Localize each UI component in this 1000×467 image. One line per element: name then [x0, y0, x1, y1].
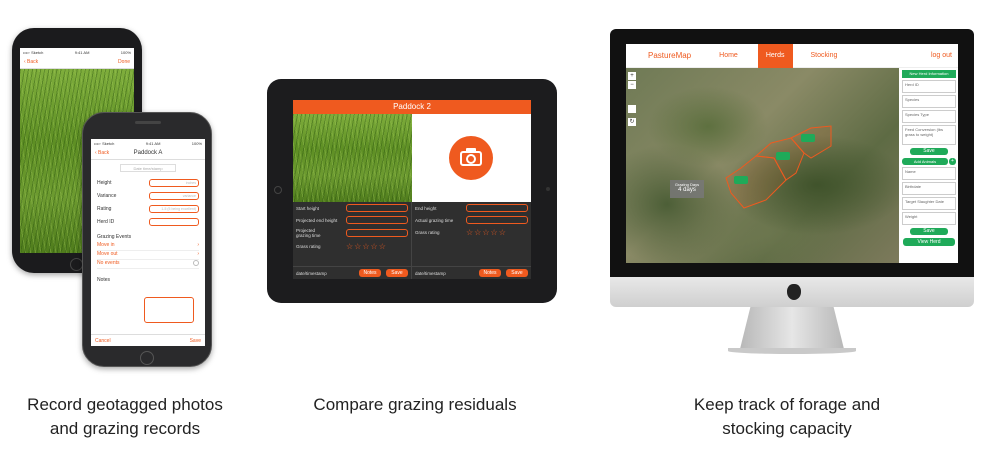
- nav-herds[interactable]: Herds: [757, 44, 793, 68]
- grazing-events-label: Grazing Events: [97, 234, 132, 240]
- save-button[interactable]: Save: [190, 338, 201, 344]
- rating-input[interactable]: 1-5 (5 being excellent): [149, 204, 199, 213]
- timestamp-field[interactable]: Date time/stamp: [120, 164, 176, 172]
- tablet-camera-left: [274, 186, 282, 194]
- phone-front-screen: ••••◦ Sketch 9:41 AM 100% ‹ Back Paddock…: [91, 139, 205, 346]
- height-input[interactable]: inches: [149, 178, 199, 187]
- status-bar: ••••◦ Sketch 9:41 AM 100%: [94, 141, 202, 146]
- species-field[interactable]: Species: [902, 95, 956, 108]
- grazing-days-tooltip: Grazing Days 4 days: [670, 180, 704, 198]
- camera-icon[interactable]: [449, 136, 493, 180]
- event-no-events[interactable]: No events: [97, 260, 199, 269]
- right-footer: date/timestamp Notes Save: [412, 266, 531, 279]
- home-button: [140, 351, 154, 365]
- left-footer: date/timestamp Notes Save: [293, 266, 411, 279]
- weight-field[interactable]: Weight: [902, 212, 956, 225]
- notes-label: Notes: [97, 277, 111, 283]
- herd-id-row: Herd ID: [97, 215, 199, 228]
- height-row: Height inches: [97, 176, 199, 189]
- view-herd-button[interactable]: View Herd: [903, 238, 955, 246]
- event-move-out[interactable]: Move out ›: [97, 251, 199, 260]
- cow-icon[interactable]: [776, 152, 790, 160]
- herd-sidebar: New Herd Information Herd ID Species Spe…: [900, 68, 958, 263]
- herd-id-input[interactable]: [149, 217, 199, 226]
- footer-bar: Cancel Save: [91, 334, 205, 346]
- animal-name-field[interactable]: Name: [902, 167, 956, 180]
- nav-bar: ‹ Back Done: [20, 57, 134, 69]
- slaughter-date-field[interactable]: Target Slaughter Date: [902, 197, 956, 210]
- add-animal-plus-icon[interactable]: +: [949, 158, 956, 165]
- monitor-chin: [610, 277, 974, 307]
- chevron-right-icon: ›: [197, 251, 199, 257]
- save-button[interactable]: Save: [506, 269, 528, 277]
- event-move-in[interactable]: Move in ›: [97, 242, 199, 251]
- notes-button[interactable]: Notes: [479, 269, 501, 277]
- top-nav: PastureMap Home Herds Stocking log out: [626, 44, 958, 68]
- variance-input[interactable]: variance: [149, 191, 199, 200]
- tablet-screen: Paddock 2 Start height Projected end hei…: [293, 100, 531, 279]
- notes-button[interactable]: Notes: [359, 269, 381, 277]
- monitor-screen: PastureMap Home Herds Stocking log out +…: [626, 44, 958, 263]
- projected-grazing-time-input[interactable]: [346, 229, 408, 237]
- logout-link[interactable]: log out: [931, 52, 952, 59]
- start-height-input[interactable]: [346, 204, 408, 212]
- cow-icon[interactable]: [801, 134, 815, 142]
- phone-front: ••••◦ Sketch 9:41 AM 100% ‹ Back Paddock…: [82, 112, 212, 367]
- tablet: Paddock 2 Start height Projected end hei…: [267, 79, 557, 303]
- end-height-input[interactable]: [466, 204, 528, 212]
- feed-conversion-field[interactable]: Feed Conversion (lbs grass to weight): [902, 125, 956, 145]
- caption-right: Keep track of forage and stocking capaci…: [693, 395, 881, 438]
- species-type-field[interactable]: Species Type: [902, 110, 956, 123]
- notes-textarea[interactable]: [144, 297, 194, 323]
- birthdate-field[interactable]: Birthdate: [902, 182, 956, 195]
- nav-bar: ‹ Back Paddock A: [91, 148, 205, 160]
- add-animals-row: Add Animals +: [902, 158, 956, 165]
- cow-icon[interactable]: [734, 176, 748, 184]
- apple-logo-icon: [787, 284, 801, 300]
- star-rating[interactable]: ☆☆☆☆☆: [346, 242, 408, 251]
- actual-grazing-time-input[interactable]: [466, 216, 528, 224]
- back-button[interactable]: ‹ Back: [24, 59, 38, 66]
- add-animals-button[interactable]: Add Animals: [902, 158, 948, 165]
- page-title: Paddock A: [133, 150, 163, 156]
- new-herd-header: New Herd Information: [902, 70, 956, 78]
- monitor: PastureMap Home Herds Stocking log out +…: [610, 29, 974, 277]
- herd-save-button[interactable]: Save: [910, 148, 948, 155]
- paddock-overlay[interactable]: [626, 68, 899, 263]
- tablet-camera-right: [546, 187, 550, 191]
- tablet-header: Paddock 2: [293, 100, 531, 114]
- projected-end-height-input[interactable]: [346, 216, 408, 224]
- nav-home[interactable]: Home: [719, 52, 738, 59]
- right-form: End height Actual grazing time Grass rat…: [412, 202, 531, 279]
- monitor-base: [728, 348, 856, 354]
- form-fields: Height inches Variance variance Rating 1…: [91, 176, 205, 228]
- monitor-stand: [740, 307, 844, 349]
- grass-photo: [293, 114, 412, 202]
- left-form: Start height Projected end height Projec…: [293, 202, 412, 279]
- nav-stocking[interactable]: Stocking: [811, 52, 838, 59]
- chevron-right-icon: ›: [197, 242, 199, 248]
- rating-row: Rating 1-5 (5 being excellent): [97, 202, 199, 215]
- animal-save-button[interactable]: Save: [910, 228, 948, 235]
- herd-id-field[interactable]: Herd ID: [902, 80, 956, 93]
- star-rating[interactable]: ☆☆☆☆☆: [466, 228, 528, 237]
- satellite-map[interactable]: + − ↻ Grazing Days 4 days: [626, 68, 899, 263]
- caption-left: Record geotagged photos and grazing reco…: [27, 395, 223, 438]
- caption-middle: Compare grazing residuals: [313, 395, 517, 414]
- save-button[interactable]: Save: [386, 269, 408, 277]
- done-button[interactable]: Done: [118, 59, 130, 66]
- radio-icon: [193, 260, 199, 266]
- camera-panel[interactable]: [412, 114, 531, 202]
- cancel-button[interactable]: Cancel: [95, 338, 111, 344]
- events-list: Move in › Move out › No events: [91, 242, 205, 269]
- brand-logo[interactable]: PastureMap: [648, 51, 691, 60]
- variance-row: Variance variance: [97, 189, 199, 202]
- speaker: [135, 121, 161, 124]
- status-bar: ••••◦ Sketch 9:41 AM 100%: [23, 50, 131, 55]
